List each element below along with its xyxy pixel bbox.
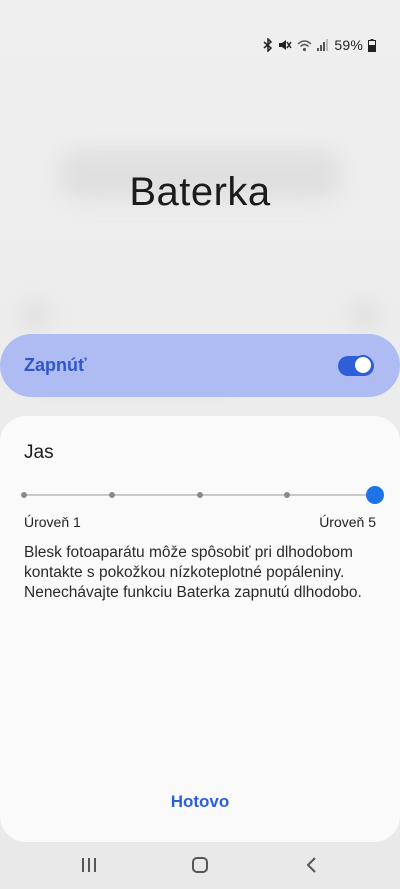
flashlight-switch-bar[interactable]: Zapnúť (0, 334, 400, 397)
level-max-label: Úroveň 5 (319, 514, 376, 530)
mute-icon (278, 38, 292, 52)
switch-label: Zapnúť (24, 355, 87, 375)
recent-apps-icon[interactable] (77, 854, 101, 876)
brightness-sheet (0, 416, 400, 842)
slider-step-1[interactable] (21, 492, 27, 498)
slider-step-2[interactable] (108, 492, 115, 498)
done-button[interactable]: Hotovo (0, 792, 400, 812)
bluetooth-icon (263, 38, 273, 52)
slider-thumb[interactable] (366, 486, 384, 504)
toggle-knob (353, 354, 373, 375)
home-icon[interactable] (188, 854, 212, 876)
dialog-title: Baterka (129, 170, 271, 214)
warning-text: Blesk fotoaparátu môže spôsobiť pri dlho… (24, 544, 362, 601)
flashlight-toggle[interactable] (338, 354, 374, 376)
back-icon[interactable] (300, 854, 324, 876)
battery-percent: 59% (334, 37, 363, 53)
wifi-icon (297, 39, 312, 52)
battery-icon (368, 38, 376, 52)
brightness-label: Jas (24, 442, 54, 463)
navigation-bar (0, 842, 400, 889)
status-bar: 59% (263, 36, 376, 54)
signal-icon (317, 39, 329, 51)
slider-step-4[interactable] (284, 492, 291, 498)
slider-step-3[interactable] (196, 492, 203, 498)
brightness-slider[interactable] (21, 484, 384, 506)
level-min-label: Úroveň 1 (24, 514, 81, 530)
